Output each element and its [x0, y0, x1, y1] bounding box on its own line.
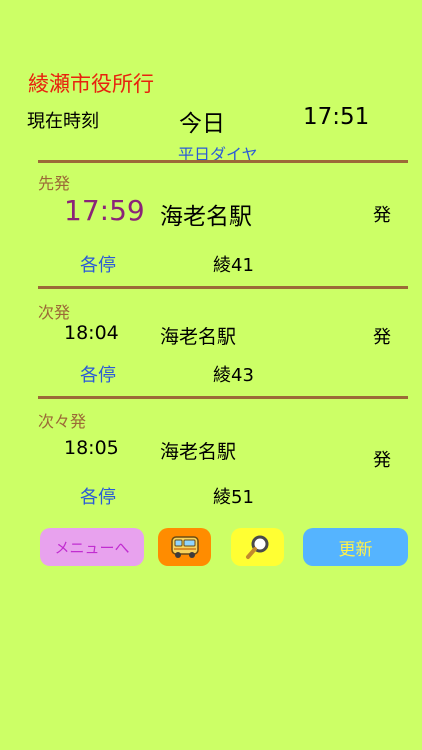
divider — [38, 160, 408, 163]
menu-button-label: メニューへ — [54, 538, 130, 557]
departure-time-third: 18:05 — [64, 437, 119, 459]
slot-label-third: 次々発 — [38, 412, 87, 431]
current-time-label: 現在時刻 — [27, 111, 99, 132]
departure-time-second: 18:04 — [64, 322, 119, 344]
departure-station-third: 海老名駅 — [160, 441, 237, 463]
search-button[interactable] — [231, 528, 284, 566]
slot-label-second: 次発 — [38, 303, 71, 322]
bus-icon — [170, 536, 199, 558]
refresh-button[interactable]: 更新 — [303, 528, 408, 566]
route-number-second: 綾43 — [213, 365, 254, 386]
route-number-first: 綾41 — [213, 255, 254, 276]
slot-label-first: 先発 — [38, 174, 71, 193]
departure-time-first: 17:59 — [64, 194, 145, 227]
departure-station-second: 海老名駅 — [160, 326, 237, 348]
departure-station-first: 海老名駅 — [160, 204, 252, 230]
divider — [38, 286, 408, 289]
divider — [38, 396, 408, 399]
destination-title: 綾瀬市役所行 — [28, 72, 154, 96]
departure-suffix-second: 発 — [373, 327, 391, 348]
bus-button[interactable] — [158, 528, 211, 566]
menu-button[interactable]: メニューへ — [40, 528, 144, 566]
refresh-button-label: 更新 — [338, 539, 373, 560]
departure-suffix-third: 発 — [373, 450, 391, 471]
service-type-third: 各停 — [80, 487, 116, 508]
service-type-first: 各停 — [80, 255, 116, 276]
day-label: 今日 — [179, 111, 225, 137]
departure-suffix-first: 発 — [373, 205, 391, 226]
route-number-third: 綾51 — [213, 487, 254, 508]
current-time: 17:51 — [303, 104, 370, 130]
service-type-second: 各停 — [80, 365, 116, 386]
search-icon — [245, 535, 268, 559]
